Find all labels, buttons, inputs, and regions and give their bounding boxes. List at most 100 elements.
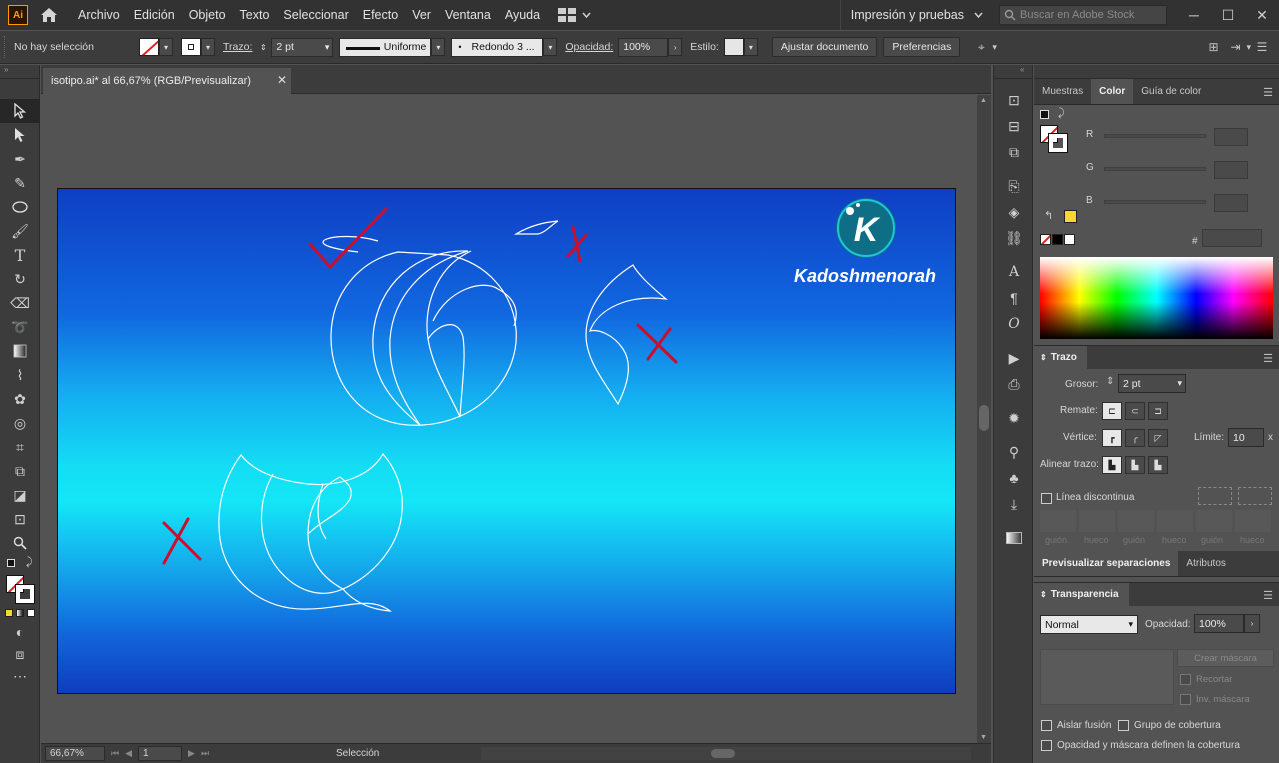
arrange-documents-button[interactable] bbox=[558, 8, 591, 22]
type-tool-icon[interactable]: T bbox=[0, 243, 40, 267]
dock-collapse-icon[interactable]: « bbox=[994, 65, 1032, 79]
projecting-cap-button[interactable]: ⊐ bbox=[1148, 402, 1168, 420]
paragraph-panel-icon[interactable]: ¶ bbox=[994, 285, 1034, 311]
stroke-proxy[interactable] bbox=[1048, 133, 1068, 153]
artboard-tool-icon[interactable]: ⊡ bbox=[0, 507, 40, 531]
prev-artboard-icon[interactable]: ◀ bbox=[125, 748, 132, 759]
panel-menu-icon[interactable]: ☰ bbox=[1251, 37, 1273, 57]
vertical-scrollbar[interactable]: ▲ ▼ bbox=[977, 95, 991, 743]
butt-cap-button[interactable]: ⊏ bbox=[1102, 402, 1122, 420]
transform-panel-icon[interactable]: ⊡ bbox=[994, 87, 1034, 113]
x-mark-annotation-3[interactable] bbox=[162, 517, 202, 565]
fill-stroke-proxy[interactable] bbox=[0, 573, 39, 605]
sketch-4-inner[interactable] bbox=[260, 473, 352, 594]
opacity-label[interactable]: Opacidad: bbox=[565, 41, 613, 53]
align-panel-icon[interactable]: ⊟ bbox=[994, 113, 1034, 139]
x-mark-annotation-2[interactable] bbox=[636, 323, 678, 364]
fill-dropdown[interactable]: ▾ bbox=[159, 38, 173, 56]
panel-menu-icon[interactable]: ☰ bbox=[1263, 352, 1273, 365]
gradient-panel-icon[interactable] bbox=[994, 525, 1034, 551]
first-artboard-icon[interactable]: ⏮ bbox=[111, 748, 119, 759]
variable-width-profile[interactable]: Uniforme bbox=[339, 37, 432, 57]
opacity-field[interactable]: 100% bbox=[618, 37, 669, 57]
g-value-field[interactable] bbox=[1214, 161, 1248, 179]
invert-mask-checkbox[interactable] bbox=[1180, 694, 1191, 705]
symbols-panel-icon[interactable]: ♣ bbox=[994, 465, 1034, 491]
selection-tool-icon[interactable] bbox=[0, 99, 40, 123]
close-tab-icon[interactable]: ✕ bbox=[277, 73, 287, 87]
checkmark-annotation[interactable] bbox=[308, 207, 388, 270]
isolate-blending-label[interactable]: Aislar fusión bbox=[1057, 720, 1111, 731]
panel-menu-icon[interactable]: ☰ bbox=[1263, 86, 1273, 99]
dash-3-field[interactable] bbox=[1196, 510, 1232, 532]
tab-guia-de-color[interactable]: Guía de color bbox=[1133, 79, 1209, 104]
default-colors-icon[interactable] bbox=[7, 559, 15, 567]
align-outside-button[interactable]: ▙ bbox=[1148, 456, 1168, 474]
stroke-swatch[interactable] bbox=[181, 38, 201, 56]
document-tab[interactable]: isotipo.ai* al 66,67% (RGB/Previsualizar… bbox=[43, 68, 291, 94]
transform-icon[interactable]: ⌖ bbox=[970, 37, 992, 57]
horizontal-scrollbar[interactable] bbox=[481, 747, 971, 760]
color-spectrum[interactable] bbox=[1040, 257, 1273, 339]
fit-document-button[interactable]: Ajustar documento bbox=[771, 37, 878, 57]
brushes-panel-icon[interactable]: ⚲ bbox=[994, 439, 1034, 465]
white-swatch[interactable] bbox=[1064, 234, 1075, 245]
horizontal-scroll-thumb[interactable] bbox=[711, 749, 735, 758]
weight-stepper-icon[interactable]: ⇕ bbox=[1106, 376, 1114, 387]
sketch-2-wedge[interactable] bbox=[513, 220, 559, 235]
opacity-arrow[interactable]: › bbox=[668, 38, 683, 56]
artboard-number-field[interactable]: 1 bbox=[138, 746, 183, 761]
tab-atributos[interactable]: Atributos bbox=[1178, 551, 1233, 576]
artboards-panel-icon[interactable]: ⎘ bbox=[994, 173, 1034, 199]
workspace-switcher[interactable]: Impresión y pruebas bbox=[839, 0, 983, 30]
menu-ayuda[interactable]: Ayuda bbox=[505, 8, 540, 22]
blend-mode-select[interactable]: Normal ▾ bbox=[1040, 615, 1138, 634]
fill-swatch[interactable] bbox=[139, 38, 159, 56]
swap-colors-icon[interactable]: ⤸ bbox=[1058, 107, 1065, 120]
menu-seleccionar[interactable]: Seleccionar bbox=[283, 8, 348, 22]
brush-dropdown[interactable]: ▾ bbox=[543, 38, 558, 56]
sketch-1-outer-circle[interactable] bbox=[322, 235, 517, 426]
none-swatch[interactable] bbox=[1040, 234, 1051, 245]
home-icon[interactable] bbox=[38, 5, 60, 25]
menu-archivo[interactable]: Archivo bbox=[78, 8, 120, 22]
eraser-tool-icon[interactable]: ⌫ bbox=[0, 291, 40, 315]
character-panel-icon[interactable]: A bbox=[994, 259, 1034, 285]
weight-field[interactable]: 2 pt ▾ bbox=[1118, 374, 1186, 393]
live-paint-tool-icon[interactable]: ◪ bbox=[0, 483, 40, 507]
layers-panel-icon[interactable]: ◈ bbox=[994, 199, 1034, 225]
knockout-group-label[interactable]: Grupo de cobertura bbox=[1134, 720, 1221, 731]
perspective-grid-tool-icon[interactable]: ⌗ bbox=[0, 435, 40, 459]
r-value-field[interactable] bbox=[1214, 128, 1248, 146]
stroke-proxy[interactable] bbox=[15, 584, 35, 604]
curvature-tool-icon[interactable]: ✎ bbox=[0, 171, 40, 195]
out-of-gamut-icon[interactable]: ↰ bbox=[1044, 209, 1053, 222]
stroke-weight-stepper[interactable]: ⇕ bbox=[257, 38, 269, 56]
gap-1-field[interactable] bbox=[1079, 510, 1115, 532]
chevron-down-icon[interactable]: ▾ bbox=[992, 42, 997, 53]
b-value-field[interactable] bbox=[1214, 194, 1248, 212]
panel-menu-icon[interactable]: ☰ bbox=[1263, 589, 1273, 602]
menu-efecto[interactable]: Efecto bbox=[363, 8, 398, 22]
style-dropdown[interactable]: ▾ bbox=[743, 38, 758, 56]
draw-mode-icon[interactable]: ◐ bbox=[0, 621, 40, 643]
gap-3-field[interactable] bbox=[1235, 510, 1271, 532]
ellipse-tool-icon[interactable] bbox=[0, 195, 40, 219]
status-text[interactable]: Selección bbox=[336, 748, 379, 759]
gradient-tool-icon[interactable] bbox=[0, 339, 40, 363]
dashed-line-label[interactable]: Línea discontinua bbox=[1056, 492, 1134, 503]
none-mode-icon[interactable] bbox=[26, 609, 35, 617]
menu-texto[interactable]: Texto bbox=[240, 8, 270, 22]
round-join-button[interactable]: ╭ bbox=[1125, 429, 1145, 447]
out-of-gamut-swatch[interactable] bbox=[1064, 210, 1077, 223]
graphic-style-swatch[interactable] bbox=[723, 38, 744, 56]
last-artboard-icon[interactable]: ⏭ bbox=[201, 748, 209, 759]
pathfinder-panel-icon[interactable]: ⧉ bbox=[994, 139, 1034, 165]
lasso-tool-icon[interactable]: ➰ bbox=[0, 315, 40, 339]
make-mask-button[interactable]: Crear máscara bbox=[1177, 649, 1274, 667]
dash-preserve-button[interactable] bbox=[1198, 487, 1232, 505]
stroke-panel-title[interactable]: ⇕ Trazo bbox=[1034, 345, 1087, 370]
menu-edicion[interactable]: Edición bbox=[134, 8, 175, 22]
control-bar-grip[interactable] bbox=[4, 36, 8, 58]
miter-join-button[interactable]: ┏ bbox=[1102, 429, 1122, 447]
